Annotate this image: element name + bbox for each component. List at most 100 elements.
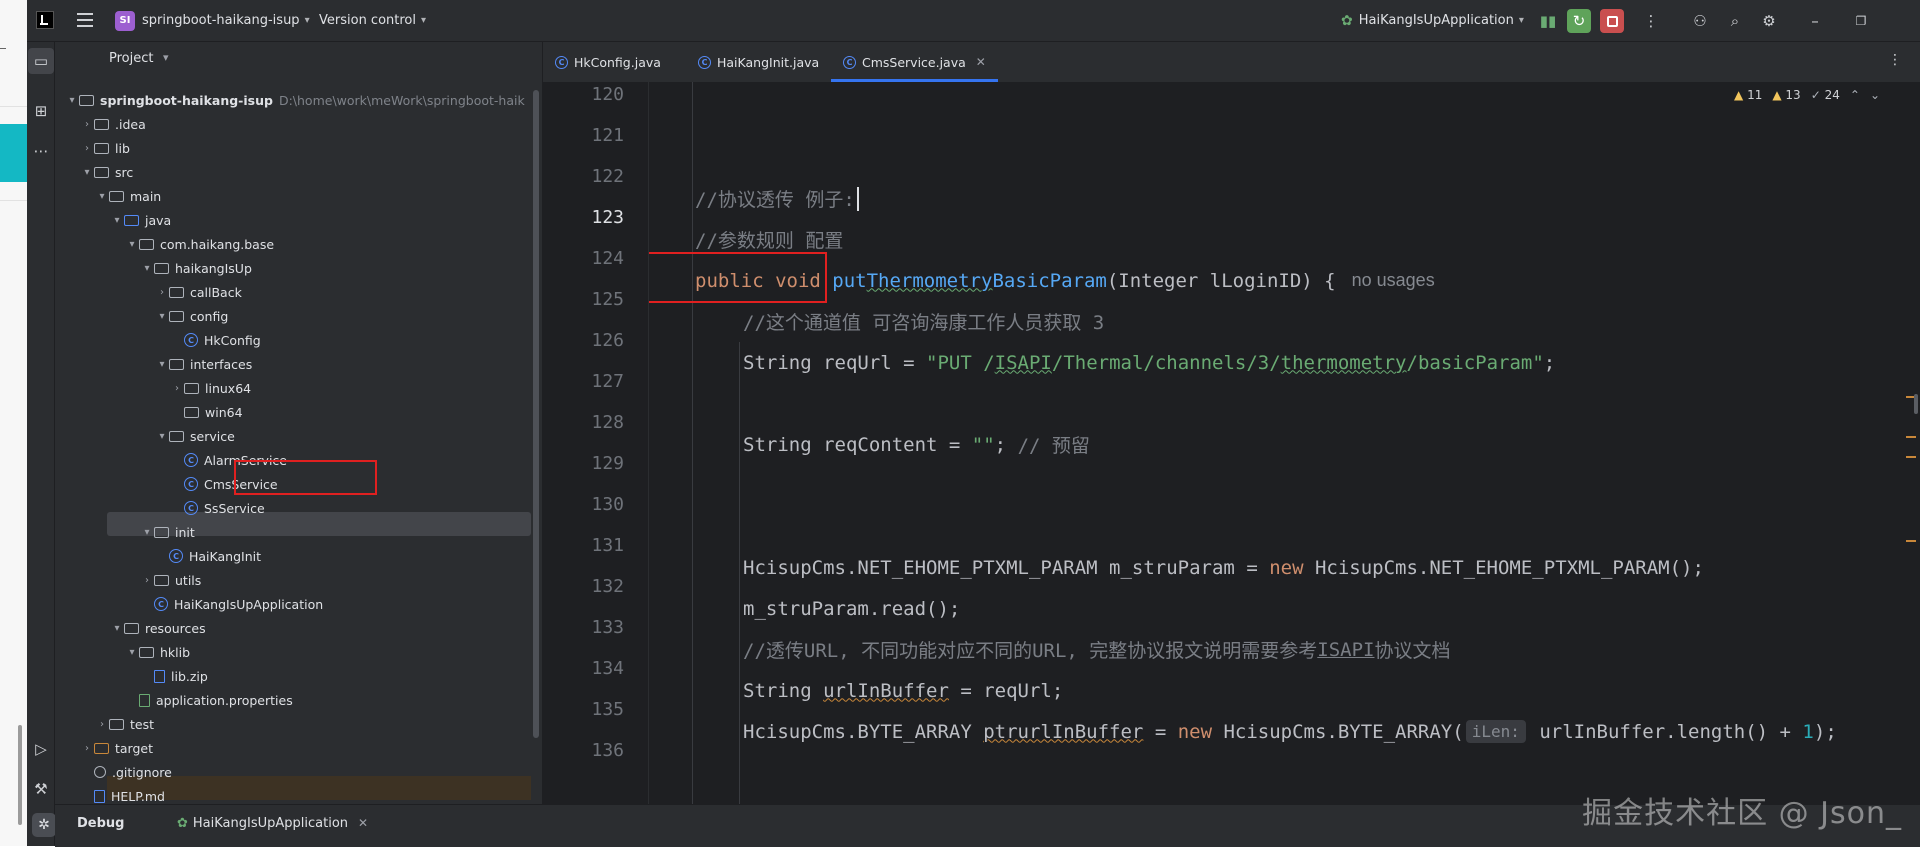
chevron-right-icon[interactable]: › xyxy=(80,143,94,154)
chevron-down-icon[interactable]: ▾ xyxy=(125,239,139,250)
chevron-right-icon[interactable]: › xyxy=(95,719,109,730)
warning-marker[interactable] xyxy=(1906,456,1916,458)
tree-item[interactable]: ▾ src xyxy=(80,160,133,184)
tree-item-label: resources xyxy=(145,620,206,636)
chevron-down-icon[interactable]: ▾ xyxy=(163,51,169,64)
tree-item[interactable]: .gitignore xyxy=(80,760,172,784)
tree-scrollbar[interactable] xyxy=(533,90,539,738)
tree-item[interactable]: ▾ service xyxy=(155,424,234,448)
rerun-debug-icon[interactable]: ↻ xyxy=(1567,9,1591,33)
tree-item[interactable]: ▾ interfaces xyxy=(155,352,252,376)
warning-marker[interactable] xyxy=(1906,436,1916,438)
add-user-icon[interactable]: ⚇ xyxy=(1688,9,1712,33)
tab-haikanginit[interactable]: C HaiKangInit.java xyxy=(698,42,819,82)
chevron-down-icon[interactable]: ▾ xyxy=(80,167,94,178)
usages-hint[interactable]: no usages xyxy=(1352,270,1435,291)
tree-item[interactable]: ▾ init xyxy=(140,520,194,544)
version-control-menu[interactable]: Version control ▾ xyxy=(319,0,426,41)
close-tab-icon[interactable]: ✕ xyxy=(358,816,368,830)
code-view[interactable]: //协议透传 例子: //参数规则 配置 public void put Ther… xyxy=(649,82,1899,804)
code-line-133: m_struParam.read(); xyxy=(743,588,960,629)
tree-item[interactable]: › lib xyxy=(80,136,130,160)
tree-item[interactable]: ▾ config xyxy=(155,304,228,328)
tree-item[interactable]: C HaiKangInit xyxy=(155,544,261,568)
project-folder-icon[interactable]: ▭ xyxy=(28,48,54,74)
tree-item[interactable]: ▾ com.haikang.base xyxy=(125,232,274,256)
restore-window-icon[interactable]: ❐ xyxy=(1849,9,1873,33)
tree-item[interactable]: › callBack xyxy=(155,280,242,304)
code-line-129: String reqContent = ""; // 预留 xyxy=(743,424,1090,465)
chevron-right-icon[interactable]: › xyxy=(140,575,154,586)
tree-item[interactable]: › .idea xyxy=(80,112,146,136)
string-literal: /Thermal/channels/3/ xyxy=(1051,351,1281,374)
tree-item[interactable]: › utils xyxy=(140,568,201,592)
run-config-selector[interactable]: ✿ HaiKangIsUpApplication ▾ xyxy=(1341,0,1524,41)
chevron-down-icon[interactable]: ▾ xyxy=(95,191,109,202)
comment-text: //参数规则 配置 xyxy=(695,230,844,252)
project-panel-title[interactable]: Project xyxy=(109,51,153,66)
string-literal: /basicParam" xyxy=(1406,351,1544,374)
search-icon[interactable]: ⌕ xyxy=(1723,9,1747,33)
build-hammer-icon[interactable]: ⚒ xyxy=(28,776,54,802)
version-control-label: Version control xyxy=(319,13,416,28)
minimize-icon[interactable]: – xyxy=(1803,9,1827,33)
tab-cmsservice[interactable]: C CmsService.java ✕ xyxy=(831,42,998,82)
tree-item[interactable]: C HaiKangIsUpApplication xyxy=(140,592,323,616)
close-tab-icon[interactable]: ✕ xyxy=(976,55,986,69)
chevron-down-icon[interactable]: ▾ xyxy=(110,623,124,634)
highlight-box-comment xyxy=(649,252,827,303)
tree-item[interactable]: ▾ hklib xyxy=(125,640,190,664)
tree-item[interactable]: › test xyxy=(95,712,154,736)
tree-item[interactable]: C SsService xyxy=(170,496,265,520)
project-switcher[interactable]: SI springboot-haikang-isup ▾ xyxy=(115,0,310,41)
tree-item[interactable]: ▾ springboot-haikang-isup D:\home\work\meW… xyxy=(65,88,524,112)
scroll-thumb[interactable] xyxy=(1914,394,1918,414)
tree-item[interactable]: application.properties xyxy=(125,688,293,712)
tree-item[interactable]: ▾ java xyxy=(110,208,171,232)
chevron-down-icon[interactable]: ▾ xyxy=(155,311,169,322)
tree-item[interactable]: ▾ haikangIsUp xyxy=(140,256,252,280)
more-actions-icon[interactable]: ⋮ xyxy=(1639,9,1663,33)
chevron-right-icon[interactable]: › xyxy=(80,119,94,130)
tree-item-label: HELP.md xyxy=(111,788,165,804)
browser-scrollbar[interactable] xyxy=(18,725,22,825)
tree-item[interactable]: win64 xyxy=(170,400,243,424)
chevron-down-icon[interactable]: ▾ xyxy=(125,647,139,658)
main-menu-icon[interactable] xyxy=(77,13,93,27)
chevron-right-icon[interactable]: › xyxy=(155,287,169,298)
tab-hkconfig[interactable]: C HkConfig.java xyxy=(555,42,661,82)
line-number: 120 xyxy=(591,84,624,105)
tree-item-label: springboot-haikang-isup xyxy=(100,92,273,108)
tree-item[interactable]: C HkConfig xyxy=(170,328,261,352)
more-tools-icon[interactable]: ⋯ xyxy=(28,138,54,164)
chevron-down-icon[interactable]: ▾ xyxy=(110,215,124,226)
line-number: 134 xyxy=(591,658,624,679)
run-icon[interactable]: ▷ xyxy=(28,736,54,762)
chevron-down-icon[interactable]: ▾ xyxy=(65,95,79,106)
gear-icon[interactable]: ⚙ xyxy=(1757,9,1781,33)
editor-scrollbar[interactable] xyxy=(1906,84,1920,806)
chevron-right-icon[interactable]: › xyxy=(80,743,94,754)
tree-item[interactable]: › target xyxy=(80,736,153,760)
chevron-down-icon[interactable]: ▾ xyxy=(140,263,154,274)
tree-item[interactable]: ▾ main xyxy=(95,184,161,208)
comment-text: 协议文档 xyxy=(1374,640,1451,662)
stop-icon[interactable] xyxy=(1600,9,1624,33)
debug-tab[interactable]: Debug xyxy=(77,805,124,841)
tree-item[interactable]: lib.zip xyxy=(140,664,208,688)
chevron-down-icon[interactable]: ▾ xyxy=(155,431,169,442)
pause-icon[interactable]: ▮▮ xyxy=(1536,9,1560,33)
chevron-down-icon[interactable]: ▾ xyxy=(155,359,169,370)
chevron-down-icon[interactable]: ▾ xyxy=(140,527,154,538)
tab-options-icon[interactable]: ⋮ xyxy=(1888,52,1902,68)
structure-icon[interactable]: ⊞ xyxy=(28,98,54,124)
code-text: (Integer lLoginID) { xyxy=(1106,269,1336,292)
tree-item[interactable]: › linux64 xyxy=(170,376,251,400)
debug-bug-icon[interactable]: ✲ xyxy=(32,813,56,837)
warning-marker[interactable] xyxy=(1906,540,1916,542)
comment-text: //协议透传 例子: xyxy=(695,189,855,211)
debug-session-tab[interactable]: ✿ HaiKangIsUpApplication ✕ xyxy=(177,805,368,841)
tree-item-label: haikangIsUp xyxy=(175,260,252,276)
tree-item[interactable]: ▾ resources xyxy=(110,616,206,640)
chevron-right-icon[interactable]: › xyxy=(170,383,184,394)
